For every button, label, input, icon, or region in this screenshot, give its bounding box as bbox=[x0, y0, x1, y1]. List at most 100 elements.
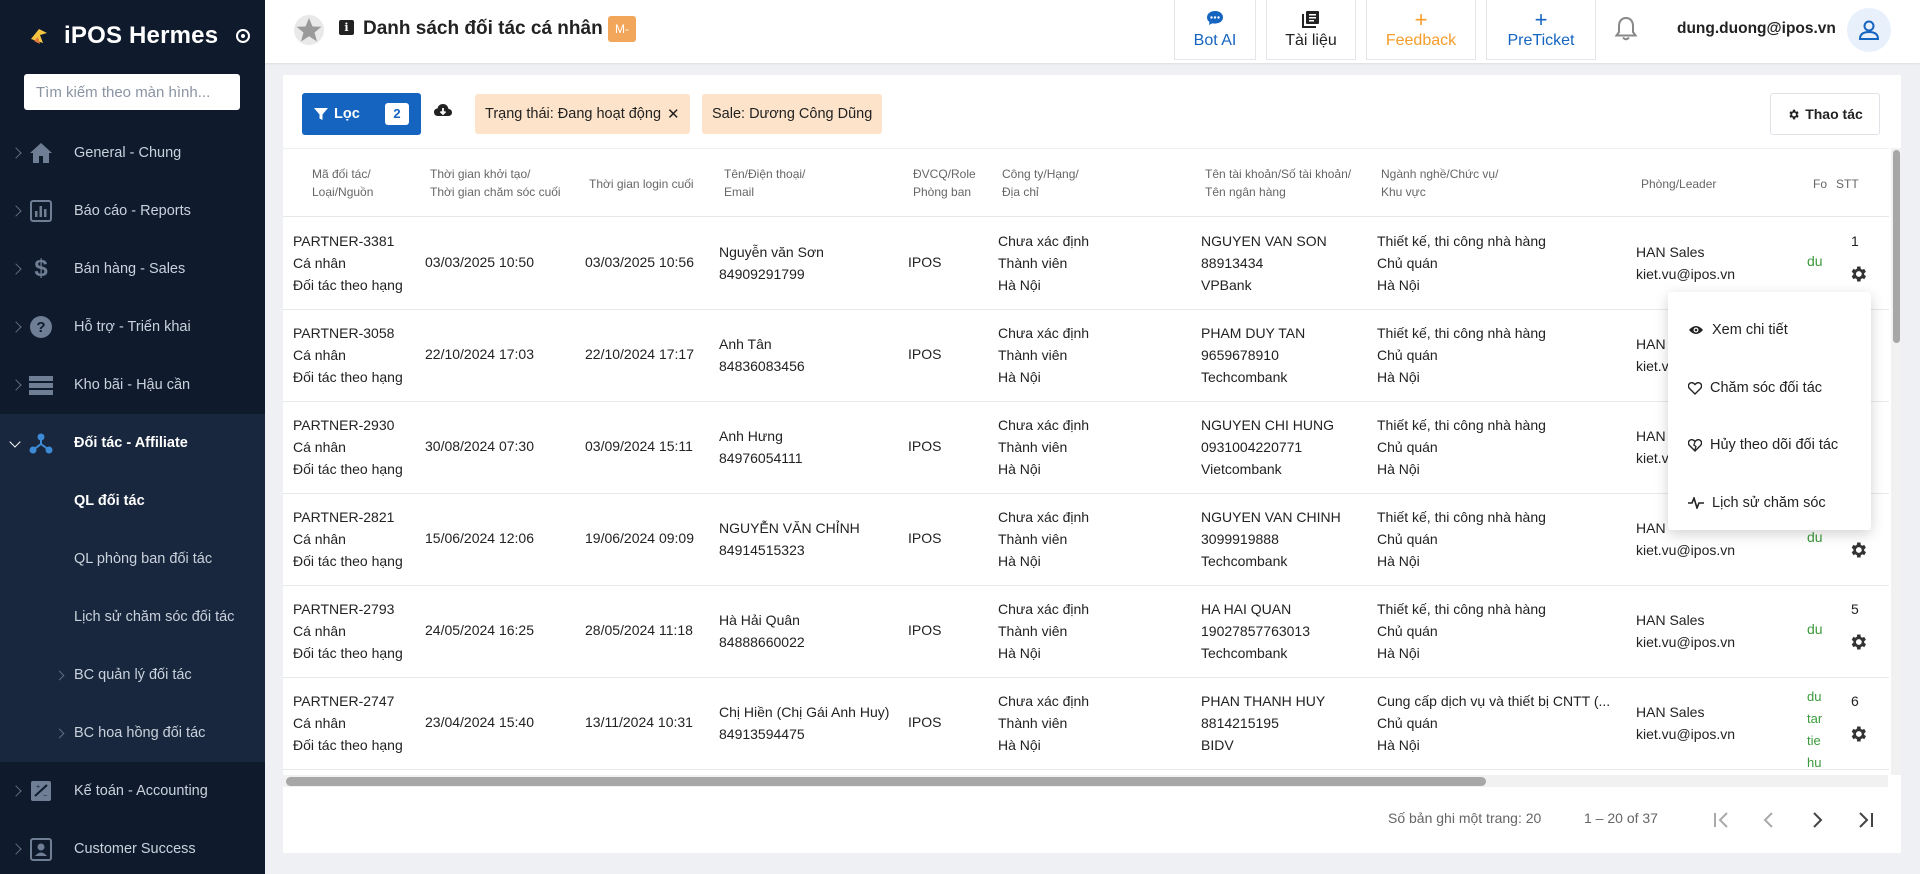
gear-icon[interactable] bbox=[1848, 724, 1868, 744]
column-header-dept[interactable]: Phòng/Leader bbox=[1641, 175, 1716, 193]
filter-chip-sale[interactable]: Sale: Dương Công Dũng bbox=[702, 94, 883, 134]
sidebar-item-label: Đối tác - Affiliate bbox=[74, 435, 188, 451]
gear-icon[interactable] bbox=[1848, 264, 1868, 284]
cloud-download-icon[interactable] bbox=[433, 101, 453, 121]
menu-item-care-partner[interactable]: Chăm sóc đối tác bbox=[1668, 362, 1871, 414]
cell-text-acc_no: 3099919888 bbox=[1201, 531, 1279, 547]
sidebar-item-accounting[interactable]: + − Kế toán - Accounting bbox=[0, 762, 265, 820]
column-header-fo[interactable]: Fo bbox=[1813, 175, 1827, 193]
column-header-unit[interactable]: ĐVCQ/Role Phòng ban bbox=[913, 165, 976, 201]
cell-text-industry: Thiết kế, thi công nhà hàng bbox=[1377, 417, 1546, 433]
cell-last_login: 03/03/2025 10:56 bbox=[585, 251, 694, 273]
cell-unit: IPOS bbox=[908, 527, 941, 549]
radio-icon[interactable] bbox=[236, 29, 251, 43]
table-row[interactable]: PARTNER-2747 Cá nhân Đối tác theo hạng 23/0… bbox=[283, 678, 1889, 770]
rows-per-page[interactable]: Số bản ghi một trang: 20 bbox=[1388, 810, 1541, 826]
sidebar-item-warehouse[interactable]: Kho bãi - Hậu cần bbox=[0, 356, 265, 414]
preticket-button[interactable]: + PreTicket bbox=[1486, 0, 1596, 60]
top-header: i Danh sách đối tác cá nhân M- Bot AI Tà… bbox=[265, 0, 1920, 63]
menu-item-view-detail[interactable]: Xem chi tiết bbox=[1668, 304, 1871, 356]
column-header-code[interactable]: Mã đối tác/Loại/Nguồn bbox=[312, 165, 373, 201]
column-header-last-login[interactable]: Thời gian login cuối bbox=[589, 175, 694, 193]
previous-page-button[interactable] bbox=[1755, 806, 1783, 834]
svg-text:?: ? bbox=[36, 319, 45, 336]
sidebar-subitem-commission-report[interactable]: BC hoa hồng đối tác bbox=[0, 704, 265, 762]
info-icon[interactable]: i bbox=[339, 20, 354, 35]
column-header-name[interactable]: Tên/Điện thoại/Email bbox=[724, 165, 805, 201]
sidebar-item-sales[interactable]: $ Bán hàng - Sales bbox=[0, 240, 265, 298]
sidebar-item-affiliate[interactable]: Đối tác - Affiliate bbox=[0, 414, 265, 472]
table-row[interactable]: PARTNER-3058 Cá nhân Đối tác theo hạng 22/1… bbox=[283, 310, 1889, 402]
menu-item-unfollow-partner[interactable]: Hủy theo dõi đối tác bbox=[1668, 419, 1871, 471]
column-header-stt[interactable]: STT bbox=[1836, 175, 1859, 193]
bar-chart-icon bbox=[28, 198, 54, 224]
vertical-scrollbar-thumb[interactable] bbox=[1893, 150, 1900, 343]
cell-last_login: 19/06/2024 09:09 bbox=[585, 527, 694, 549]
last-page-button[interactable] bbox=[1851, 806, 1879, 834]
affiliate-submenu: QL đối tác QL phòng ban đối tác Lịch sử … bbox=[0, 472, 265, 762]
cell-text-acc_name: NGUYEN VAN CHINH bbox=[1201, 509, 1341, 525]
chevron-right-icon bbox=[10, 205, 22, 217]
sidebar-subitem-partner-departments[interactable]: QL phòng ban đối tác bbox=[0, 530, 265, 588]
cell-text-dept: HAN Sales bbox=[1636, 244, 1705, 260]
chevron-right-icon bbox=[1813, 812, 1823, 828]
cell-bank: NGUYEN VAN CHINH 3099919888 Techcombank bbox=[1201, 506, 1341, 572]
gear-icon[interactable] bbox=[1848, 632, 1868, 652]
cell-text-rank: Thành viên bbox=[998, 715, 1068, 731]
cell-text-source: Đối tác theo hạng bbox=[293, 737, 403, 753]
cell-text-phone: 84913594475 bbox=[719, 726, 805, 742]
cell-last_login: 13/11/2024 10:31 bbox=[585, 711, 693, 733]
close-icon[interactable]: ✕ bbox=[667, 105, 680, 123]
actions-button[interactable]: Thao tác bbox=[1770, 93, 1880, 135]
docs-button[interactable]: Tài liệu bbox=[1266, 0, 1356, 60]
table-row[interactable]: PARTNER-2930 Cá nhân Đối tác theo hạng 30/0… bbox=[283, 402, 1889, 494]
next-page-button[interactable] bbox=[1803, 806, 1831, 834]
filter-bar: Lọc 2 Trạng thái: Đang hoạt động ✕ Sale:… bbox=[283, 75, 1901, 147]
cell-industry: Thiết kế, thi công nhà hàng Chủ quán Hà Nộ… bbox=[1377, 322, 1546, 388]
table-row[interactable]: PARTNER-2793 Cá nhân Đối tác theo hạng 24/0… bbox=[283, 586, 1889, 678]
sidebar-subitem-partner-management[interactable]: QL đối tác bbox=[0, 472, 265, 530]
cell-text-name: NGUYỄN VĂN CHỈNH bbox=[719, 520, 860, 536]
filter-chip-status[interactable]: Trạng thái: Đang hoạt động ✕ bbox=[475, 94, 690, 134]
cell-bank: NGUYEN VAN SON 88913434 VPBank bbox=[1201, 230, 1327, 296]
sidebar-item-support[interactable]: ? Hỗ trợ - Triển khai bbox=[0, 298, 265, 356]
cell-text-address: Hà Nội bbox=[998, 553, 1041, 569]
column-header-bank[interactable]: Tên tài khoản/Số tài khoản/Tên ngân hàng bbox=[1205, 165, 1351, 201]
cell-text-phone: 84976054111 bbox=[719, 450, 803, 466]
table-row[interactable]: PARTNER-3381 Cá nhân Đối tác theo hạng 03/0… bbox=[283, 218, 1889, 310]
book-icon bbox=[1302, 10, 1320, 30]
avatar[interactable] bbox=[1847, 8, 1891, 52]
sidebar-item-customer-success[interactable]: Customer Success bbox=[0, 820, 265, 874]
first-page-icon bbox=[1714, 812, 1728, 828]
star-icon[interactable] bbox=[293, 14, 325, 46]
sidebar-item-general[interactable]: General - Chung bbox=[0, 124, 265, 182]
bell-icon[interactable] bbox=[1614, 16, 1638, 42]
sidebar-search-input[interactable] bbox=[24, 74, 240, 110]
table-row[interactable]: PARTNER-2821 Cá nhân Đối tác theo hạng 15/0… bbox=[283, 494, 1889, 586]
sidebar-subitem-partner-report[interactable]: BC quản lý đối tác bbox=[0, 646, 265, 704]
cell-text-industry: Thiết kế, thi công nhà hàng bbox=[1377, 601, 1546, 617]
column-header-company[interactable]: Công ty/Hạng/Địa chỉ bbox=[1002, 165, 1079, 201]
user-email[interactable]: dung.duong@ipos.vn bbox=[1677, 20, 1836, 38]
pagination: Số bản ghi một trang: 20 1 – 20 of 37 bbox=[283, 790, 1901, 850]
cell-text-created: 03/03/2025 10:50 bbox=[425, 254, 534, 270]
cell-text-leader: kiet.v bbox=[1636, 450, 1669, 466]
preticket-label: PreTicket bbox=[1507, 31, 1575, 49]
sidebar-subitem-care-history[interactable]: Lịch sử chăm sóc đối tác bbox=[0, 588, 265, 646]
cell-company: Chưa xác định Thành viên Hà Nội bbox=[998, 230, 1089, 296]
gear-icon bbox=[1789, 109, 1799, 119]
column-header-created[interactable]: Thời gian khởi tạo/Thời gian chăm sóc cu… bbox=[430, 165, 561, 201]
first-page-button[interactable] bbox=[1708, 806, 1736, 834]
bot-ai-button[interactable]: Bot AI bbox=[1174, 0, 1256, 60]
cell-text-region: Hà Nội bbox=[1377, 645, 1420, 661]
horizontal-scrollbar-thumb[interactable] bbox=[286, 777, 1486, 786]
filter-button[interactable]: Lọc 2 bbox=[302, 93, 421, 135]
cell-text-bank: Vietcombank bbox=[1201, 461, 1282, 477]
brand[interactable]: iPOS Hermes bbox=[0, 0, 265, 72]
gear-icon[interactable] bbox=[1848, 540, 1868, 560]
cell-text-created: 30/08/2024 07:30 bbox=[425, 438, 534, 454]
column-header-industry[interactable]: Ngành nghề/Chức vụ/Khu vực bbox=[1381, 165, 1498, 201]
menu-item-care-history[interactable]: Lịch sử chăm sóc bbox=[1668, 477, 1871, 529]
feedback-button[interactable]: + Feedback bbox=[1366, 0, 1476, 60]
sidebar-item-reports[interactable]: Báo cáo - Reports bbox=[0, 182, 265, 240]
